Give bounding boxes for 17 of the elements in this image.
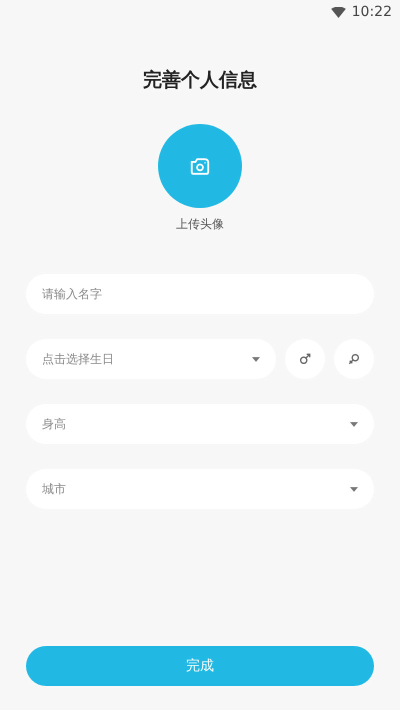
submit-button[interactable]: 完成 xyxy=(26,646,374,686)
camera-icon xyxy=(189,156,211,176)
status-time: 10:22 xyxy=(352,4,392,20)
male-symbol-icon xyxy=(299,353,311,365)
birthday-select[interactable]: 点击选择生日 xyxy=(26,339,276,379)
dropdown-select[interactable]: 城市 xyxy=(26,469,374,509)
female-gender-button[interactable] xyxy=(334,339,374,379)
male-gender-button[interactable] xyxy=(285,339,325,379)
female-symbol-icon xyxy=(348,353,360,365)
dropdown-select[interactable]: 身高 xyxy=(26,404,374,444)
name-input-field[interactable]: 请输入名字 xyxy=(26,274,374,314)
dropdown-caret-icon xyxy=(252,356,260,362)
dropdown-caret-icon xyxy=(350,422,358,426)
page-title: 完善个人信息 xyxy=(142,68,258,93)
dropdown-caret-icon xyxy=(350,486,358,492)
avatar-label: 上传头像 xyxy=(176,216,224,233)
wifi-icon xyxy=(330,6,346,18)
